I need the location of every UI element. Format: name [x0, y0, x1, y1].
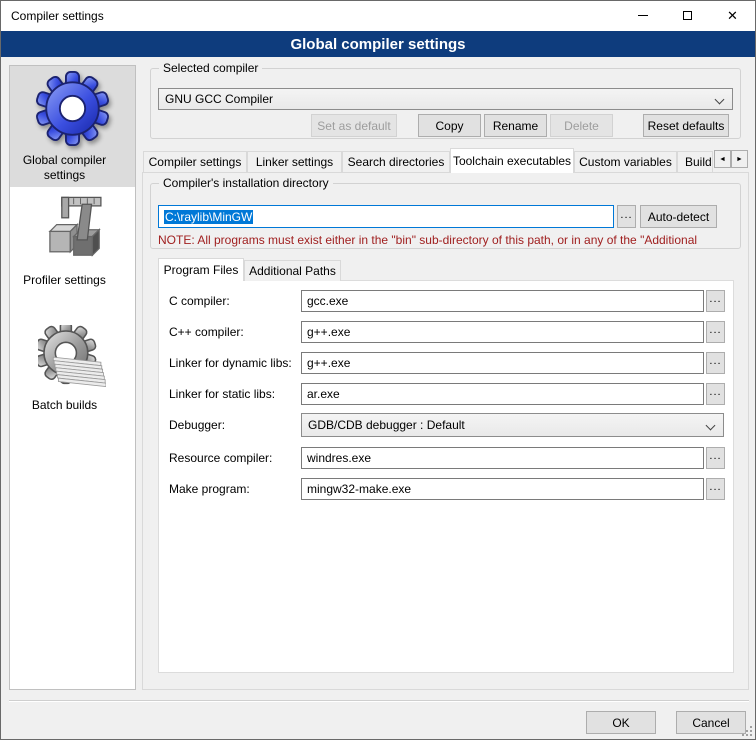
subtab-program-files[interactable]: Program Files [158, 258, 244, 281]
compiler-settings-dialog: Compiler settings ✕ Global compiler sett… [0, 0, 756, 740]
subtab-additional-paths[interactable]: Additional Paths [244, 260, 341, 281]
resize-grip[interactable] [742, 726, 752, 736]
window-title: Compiler settings [11, 9, 104, 23]
chevron-down-icon [706, 421, 716, 431]
c-compiler-label: C compiler: [169, 294, 230, 308]
cpp-compiler-label: C++ compiler: [169, 325, 244, 339]
resource-compiler-input[interactable]: windres.exe [301, 447, 704, 469]
rename-button[interactable]: Rename [484, 114, 547, 137]
minimize-button[interactable] [620, 1, 665, 30]
installation-directory-input[interactable]: C:\raylib\MinGW [158, 205, 614, 228]
minimize-icon [638, 15, 648, 16]
c-compiler-browse-button[interactable]: ... [706, 290, 725, 312]
bin-subdirectory-note: NOTE: All programs must exist either in … [158, 233, 735, 247]
resource-compiler-browse-button[interactable]: ... [706, 447, 725, 469]
arrow-left-icon: ◄ [719, 156, 726, 163]
c-compiler-input[interactable]: gcc.exe [301, 290, 704, 312]
maximize-icon [683, 11, 692, 20]
footer-divider [9, 700, 749, 702]
directory-browse-button[interactable]: ... [617, 205, 636, 228]
tab-toolchain-executables[interactable]: Toolchain executables [450, 148, 574, 173]
selected-compiler-legend: Selected compiler [159, 61, 262, 75]
auto-detect-button[interactable]: Auto-detect [640, 205, 717, 228]
blue-gear-icon[interactable] [35, 71, 110, 146]
selected-path-text: C:\raylib\MinGW [164, 210, 253, 224]
static-linker-input[interactable]: ar.exe [301, 383, 704, 405]
debugger-select[interactable]: GDB/CDB debugger : Default [301, 413, 724, 437]
dynamic-linker-browse-button[interactable]: ... [706, 352, 725, 374]
tab-linker-settings[interactable]: Linker settings [247, 151, 342, 172]
tab-compiler-settings[interactable]: Compiler settings [143, 151, 247, 172]
tab-scroll-right-button[interactable]: ► [731, 150, 748, 168]
make-program-label: Make program: [169, 482, 250, 496]
static-linker-browse-button[interactable]: ... [706, 383, 725, 405]
delete-button[interactable]: Delete [550, 114, 613, 137]
gray-gear-stack-icon[interactable] [38, 325, 106, 393]
dynamic-linker-label: Linker for dynamic libs: [169, 356, 292, 370]
resource-compiler-label: Resource compiler: [169, 451, 272, 465]
tab-build-options[interactable]: Build options [677, 151, 713, 172]
sidebar-item-profiler-settings[interactable]: Profiler settings [1, 273, 128, 288]
chevron-down-icon [715, 95, 725, 105]
cpp-compiler-browse-button[interactable]: ... [706, 321, 725, 343]
make-program-browse-button[interactable]: ... [706, 478, 725, 500]
compiler-select[interactable]: GNU GCC Compiler [158, 88, 733, 110]
set-as-default-button[interactable]: Set as default [311, 114, 397, 137]
cancel-button[interactable]: Cancel [676, 711, 746, 734]
ok-button[interactable]: OK [586, 711, 656, 734]
sidebar-item-batch-builds[interactable]: Batch builds [1, 398, 128, 413]
reset-defaults-button[interactable]: Reset defaults [643, 114, 729, 137]
cpp-compiler-input[interactable]: g++.exe [301, 321, 704, 343]
caliper-icon[interactable] [38, 194, 106, 262]
close-button[interactable]: ✕ [710, 1, 755, 30]
close-icon: ✕ [727, 9, 738, 22]
installation-directory-legend: Compiler's installation directory [159, 176, 333, 190]
static-linker-label: Linker for static libs: [169, 387, 275, 401]
arrow-right-icon: ► [736, 156, 743, 163]
tab-scroll-left-button[interactable]: ◄ [714, 150, 731, 168]
make-program-input[interactable]: mingw32-make.exe [301, 478, 704, 500]
window-controls: ✕ [620, 1, 755, 31]
dynamic-linker-input[interactable]: g++.exe [301, 352, 704, 374]
tab-search-directories[interactable]: Search directories [342, 151, 450, 172]
page-banner: Global compiler settings [1, 31, 755, 57]
tab-custom-variables[interactable]: Custom variables [574, 151, 677, 172]
copy-button[interactable]: Copy [418, 114, 481, 137]
sidebar-item-label[interactable]: Global compiler settings [1, 153, 128, 183]
debugger-label: Debugger: [169, 418, 225, 432]
maximize-button[interactable] [665, 1, 710, 30]
page-title: Global compiler settings [290, 36, 465, 53]
